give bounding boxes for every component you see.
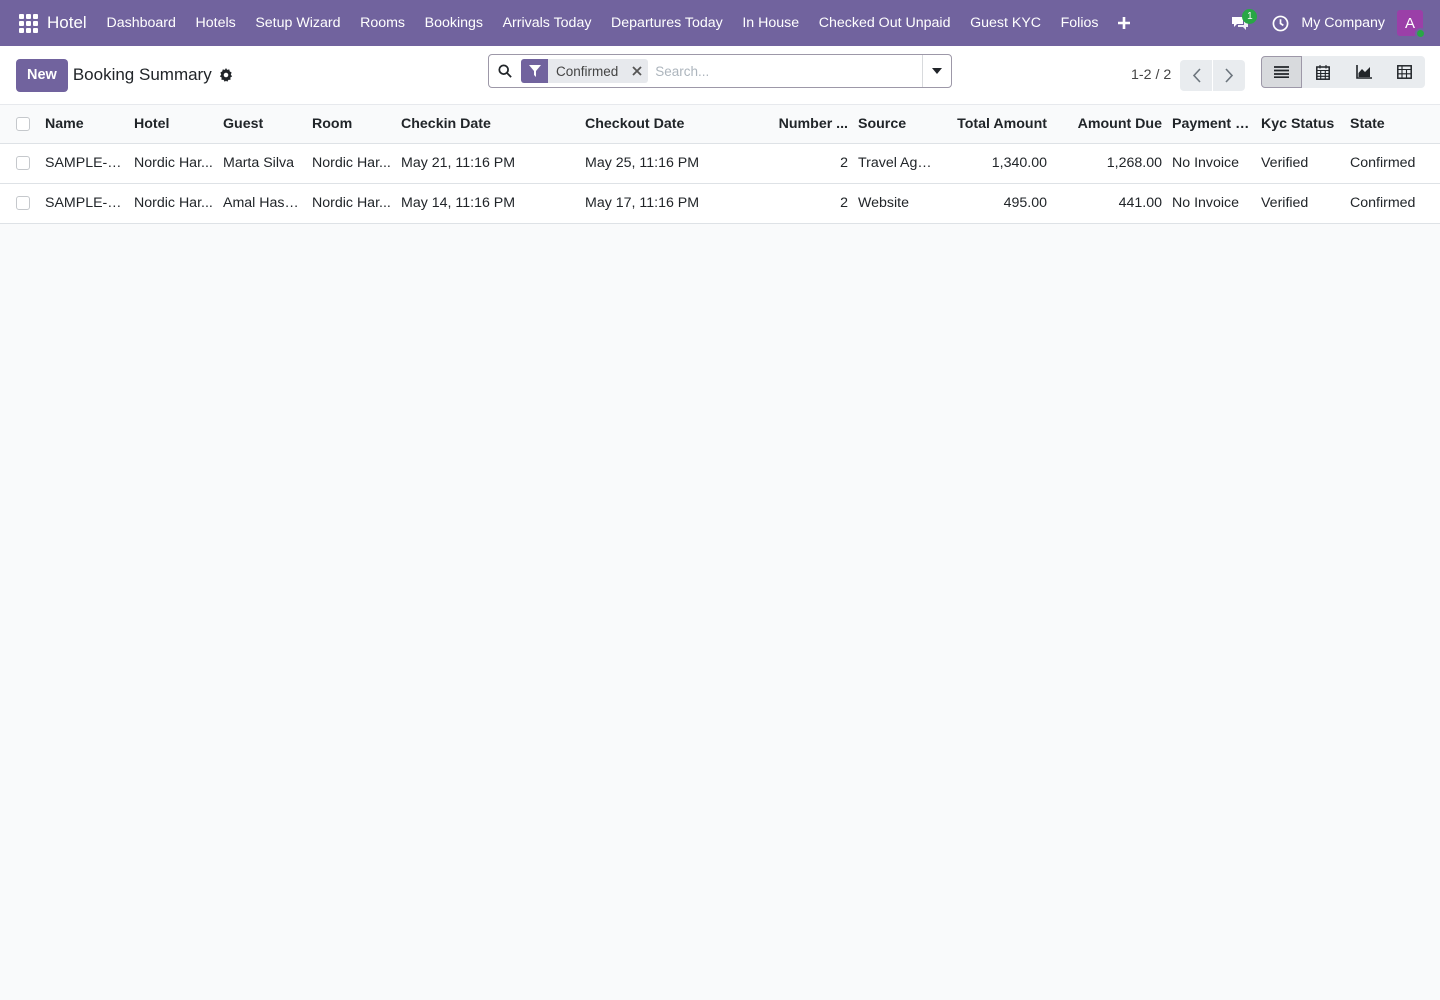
view-switcher	[1261, 56, 1425, 88]
cell-kyc-status[interactable]: Verified	[1256, 183, 1345, 223]
app-brand[interactable]: Hotel	[47, 13, 87, 33]
cell-guest[interactable]: Marta Silva	[218, 143, 307, 183]
menu-item-dashboard[interactable]: Dashboard	[97, 0, 186, 46]
column-header-payment-status[interactable]: Payment S...	[1167, 105, 1256, 144]
row-select-cell	[0, 143, 40, 183]
chevron-right-icon[interactable]	[1213, 59, 1246, 91]
page-title: Booking Summary	[72, 65, 212, 84]
cell-hotel[interactable]: Nordic Har...	[129, 183, 218, 223]
avatar-letter: A	[1404, 14, 1415, 32]
cell-checkin-date[interactable]: May 14, 11:16 PM	[396, 183, 580, 223]
column-header-total-amount[interactable]: Total Amount	[942, 105, 1052, 144]
row-checkbox[interactable]	[16, 156, 30, 170]
pager: 1-2 / 2	[1131, 46, 1246, 104]
control-panel: New Booking Summary Confirmed 1-2 / 2	[0, 46, 1440, 105]
row-select-cell	[0, 183, 40, 223]
cell-checkin-date[interactable]: May 21, 11:16 PM	[396, 143, 580, 183]
pivot-view-icon[interactable]	[1384, 56, 1425, 88]
search-icon[interactable]	[489, 55, 521, 87]
cell-number[interactable]: 2	[764, 183, 853, 223]
cell-kyc-status[interactable]: Verified	[1256, 143, 1345, 183]
calendar-view-icon[interactable]	[1302, 56, 1343, 88]
column-header-room[interactable]: Room	[307, 105, 396, 144]
table-row[interactable]: SAMPLE-H... Nordic Har... Amal Hassan No…	[0, 183, 1440, 223]
table-header-row: Name Hotel Guest Room Checkin Date Check…	[0, 105, 1440, 144]
booking-list: Name Hotel Guest Room Checkin Date Check…	[0, 105, 1440, 224]
column-header-kyc-status[interactable]: Kyc Status	[1256, 105, 1345, 144]
menu-item-hotels[interactable]: Hotels	[186, 0, 246, 46]
chevron-left-icon[interactable]	[1180, 59, 1213, 91]
cell-state[interactable]: Confirmed	[1345, 183, 1440, 223]
cell-total-amount[interactable]: 1,340.00	[942, 143, 1052, 183]
search-bar: Confirmed	[488, 54, 952, 88]
menu-item-checked-out-unpaid[interactable]: Checked Out Unpaid	[809, 0, 960, 46]
cell-guest[interactable]: Amal Hassan	[218, 183, 307, 223]
column-header-state[interactable]: State	[1345, 105, 1440, 144]
graph-view-icon[interactable]	[1343, 56, 1384, 88]
cell-payment-status[interactable]: No Invoice	[1167, 183, 1256, 223]
cell-name[interactable]: SAMPLE-H...	[40, 143, 129, 183]
plus-icon[interactable]	[1108, 0, 1140, 46]
search-facet: Confirmed	[521, 59, 649, 83]
column-header-source[interactable]: Source	[853, 105, 942, 144]
company-switcher[interactable]: My Company	[1301, 15, 1385, 31]
online-status-dot	[1415, 28, 1426, 39]
search-input[interactable]	[648, 55, 922, 87]
caret-down-icon[interactable]	[922, 55, 951, 87]
menu-item-bookings[interactable]: Bookings	[415, 0, 493, 46]
top-navbar: Hotel Dashboard Hotels Setup Wizard Room…	[0, 0, 1440, 46]
cell-hotel[interactable]: Nordic Har...	[129, 143, 218, 183]
menu-item-departures-today[interactable]: Departures Today	[601, 0, 732, 46]
filter-icon	[521, 59, 548, 83]
column-header-hotel[interactable]: Hotel	[129, 105, 218, 144]
column-header-name[interactable]: Name	[40, 105, 129, 144]
row-checkbox[interactable]	[16, 196, 30, 210]
close-icon[interactable]	[626, 59, 648, 83]
main-menu: Dashboard Hotels Setup Wizard Rooms Book…	[97, 0, 1141, 46]
menu-item-in-house[interactable]: In House	[733, 0, 809, 46]
cell-amount-due[interactable]: 441.00	[1052, 183, 1167, 223]
select-all-cell	[0, 105, 40, 144]
cell-amount-due[interactable]: 1,268.00	[1052, 143, 1167, 183]
table-row[interactable]: SAMPLE-H... Nordic Har... Marta Silva No…	[0, 143, 1440, 183]
cell-source[interactable]: Website	[853, 183, 942, 223]
cell-state[interactable]: Confirmed	[1345, 143, 1440, 183]
select-all-checkbox[interactable]	[16, 116, 30, 131]
column-header-amount-due[interactable]: Amount Due	[1052, 105, 1167, 144]
cell-room[interactable]: Nordic Har...	[307, 143, 396, 183]
facet-label: Confirmed	[556, 63, 619, 79]
column-header-checkin-date[interactable]: Checkin Date	[396, 105, 580, 144]
avatar[interactable]: A	[1397, 10, 1426, 39]
menu-item-arrivals-today[interactable]: Arrivals Today	[493, 0, 601, 46]
cell-checkout-date[interactable]: May 17, 11:16 PM	[580, 183, 764, 223]
cell-payment-status[interactable]: No Invoice	[1167, 143, 1256, 183]
cell-source[interactable]: Travel Agent	[853, 143, 942, 183]
cell-room[interactable]: Nordic Har...	[307, 183, 396, 223]
column-header-guest[interactable]: Guest	[218, 105, 307, 144]
column-header-number[interactable]: Number ...	[764, 105, 853, 144]
navbar-systray: 1 My Company A	[1225, 0, 1440, 46]
menu-item-folios[interactable]: Folios	[1051, 0, 1108, 46]
booking-table: Name Hotel Guest Room Checkin Date Check…	[0, 105, 1440, 224]
clock-icon[interactable]	[1267, 8, 1293, 38]
menu-item-guest-kyc[interactable]: Guest KYC	[960, 0, 1051, 46]
menu-item-setup-wizard[interactable]: Setup Wizard	[246, 0, 351, 46]
chat-count-badge: 1	[1242, 9, 1258, 24]
cell-total-amount[interactable]: 495.00	[942, 183, 1052, 223]
cell-checkout-date[interactable]: May 25, 11:16 PM	[580, 143, 764, 183]
cell-name[interactable]: SAMPLE-H...	[40, 183, 129, 223]
chat-icon[interactable]: 1	[1225, 8, 1258, 38]
menu-item-rooms[interactable]: Rooms	[350, 0, 415, 46]
pager-value[interactable]: 1-2 / 2	[1131, 67, 1171, 83]
list-view-icon[interactable]	[1261, 56, 1302, 88]
new-button[interactable]: New	[16, 58, 68, 92]
gear-icon[interactable]	[219, 68, 233, 82]
apps-grid-icon[interactable]	[15, 10, 41, 36]
column-header-checkout-date[interactable]: Checkout Date	[580, 105, 764, 144]
cell-number[interactable]: 2	[764, 143, 853, 183]
